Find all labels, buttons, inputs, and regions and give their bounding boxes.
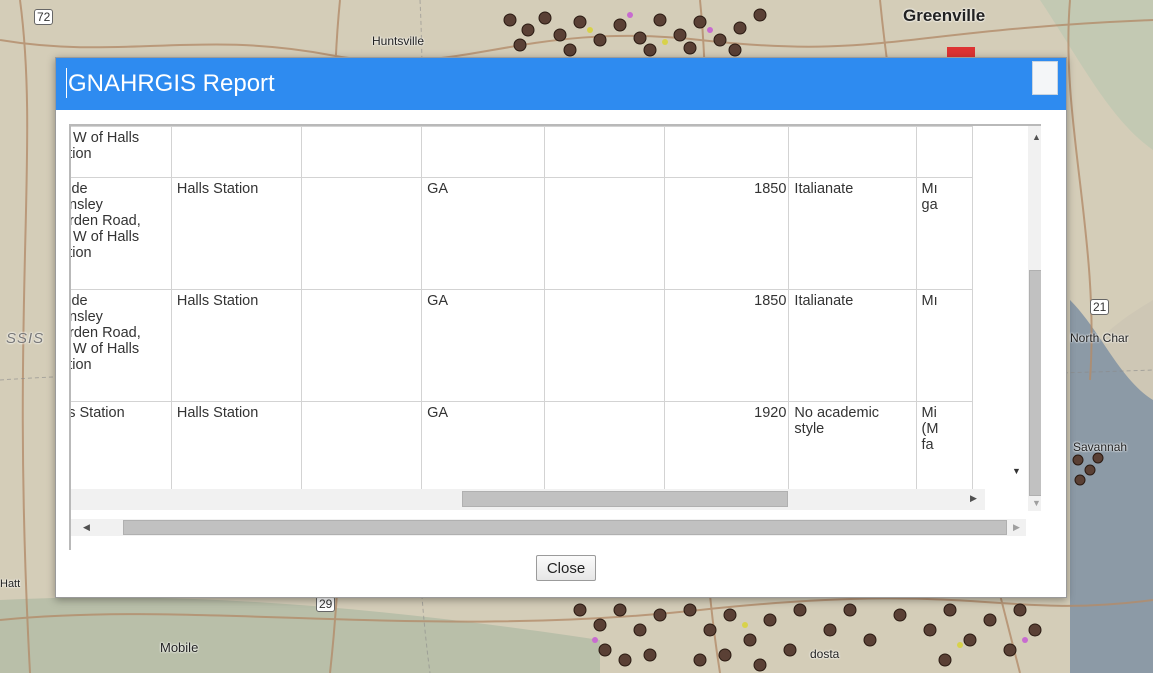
vertical-scroll-thumb[interactable]	[1029, 270, 1041, 496]
map-label-dosta: dosta	[810, 647, 840, 661]
table-row[interactable]: iide ınsley ırden Road, ı W of Halls iti…	[71, 289, 974, 402]
outer-horizontal-scroll-thumb[interactable]	[123, 520, 1007, 535]
year-cell: 1850	[664, 177, 790, 290]
scroll-up-arrow-icon[interactable]: ▲	[1032, 132, 1041, 142]
table-cell	[544, 126, 666, 178]
table-row[interactable]: ls Station Halls Station GA 1920 No acad…	[71, 401, 974, 489]
map-label-savannah: Savannah	[1073, 440, 1128, 454]
notes-cell: Mi (M fa	[915, 401, 974, 489]
report-table: ı W of Halls ition	[71, 126, 974, 489]
notes-cell	[915, 126, 974, 178]
table-row[interactable]: iide ınsley ırden Road, ı W of Halls iti…	[71, 177, 974, 290]
map-label-hatt: Hatt	[0, 578, 21, 590]
state-cell	[421, 126, 546, 178]
outer-horizontal-scrollbar[interactable]: ◀ ▶	[71, 519, 1026, 536]
route-shield-29: 29	[316, 596, 336, 612]
notes-cell: Mı ga	[915, 177, 974, 290]
address-cell: iide ınsley ırden Road, ı W of Halls iti…	[71, 177, 172, 290]
table-cell	[544, 289, 666, 402]
table-cell	[301, 126, 423, 178]
city-cell: Halls Station	[170, 401, 303, 489]
map-label-ssis: SSIS	[6, 330, 45, 347]
notes-cell: Mı	[915, 289, 974, 402]
state-cell: GA	[421, 401, 546, 489]
inner-horizontal-scroll-thumb[interactable]	[462, 491, 788, 507]
report-table-viewport[interactable]: ı W of Halls ition	[71, 126, 985, 489]
table-cell	[301, 401, 423, 489]
map-label-huntsville: Huntsville	[372, 34, 425, 48]
state-cell: GA	[421, 177, 546, 290]
outer-scroll-right-arrow-icon[interactable]: ▶	[1013, 522, 1020, 533]
city-cell: Halls Station	[170, 177, 303, 290]
inner-scroll-down-arrow-icon[interactable]: ▼	[1012, 466, 1021, 476]
city-cell: Halls Station	[170, 289, 303, 402]
address-cell: ı W of Halls ition	[71, 126, 172, 178]
table-cell	[544, 401, 666, 489]
dialog-title: GNAHRGIS Report	[68, 70, 275, 97]
scroll-left-arrow-icon[interactable]: ◀	[83, 522, 90, 533]
table-row[interactable]: ı W of Halls ition	[71, 126, 974, 178]
report-frame[interactable]: ı W of Halls ition	[69, 124, 1041, 550]
address-cell: iide ınsley ırden Road, ı W of Halls iti…	[71, 289, 172, 402]
style-cell: No academic style	[788, 401, 917, 489]
scroll-right-arrow-icon[interactable]: ▶	[970, 493, 977, 504]
style-cell: Italianate	[788, 177, 917, 290]
dialog-header-button[interactable]	[1032, 61, 1058, 95]
year-cell: 1920	[664, 401, 790, 489]
route-shield-21: 21	[1090, 299, 1110, 315]
scroll-down-arrow-icon[interactable]: ▼	[1032, 498, 1041, 508]
dialog-header: GNAHRGIS Report	[56, 58, 1066, 110]
state-cell: GA	[421, 289, 546, 402]
vertical-scrollbar[interactable]: ▲ ▼	[1028, 126, 1041, 511]
text-cursor	[66, 68, 67, 98]
close-button[interactable]: Close	[536, 555, 596, 581]
route-shield-72: 72	[34, 9, 54, 25]
address-cell: ls Station	[71, 401, 172, 489]
inner-horizontal-scrollbar[interactable]: ▶	[71, 489, 985, 510]
year-cell: 1850	[664, 289, 790, 402]
table-cell	[301, 177, 423, 290]
table-cell	[301, 289, 423, 402]
style-cell	[788, 126, 917, 178]
map-label-north-char: North Char	[1070, 331, 1129, 345]
city-cell	[170, 126, 303, 178]
table-cell	[544, 177, 666, 290]
year-cell	[664, 126, 790, 178]
report-dialog: GNAHRGIS Report ı W of Halls ition	[55, 57, 1067, 598]
style-cell: Italianate	[788, 289, 917, 402]
map-label-mobile: Mobile	[160, 640, 199, 655]
map-label-greenville: Greenville	[903, 6, 986, 25]
